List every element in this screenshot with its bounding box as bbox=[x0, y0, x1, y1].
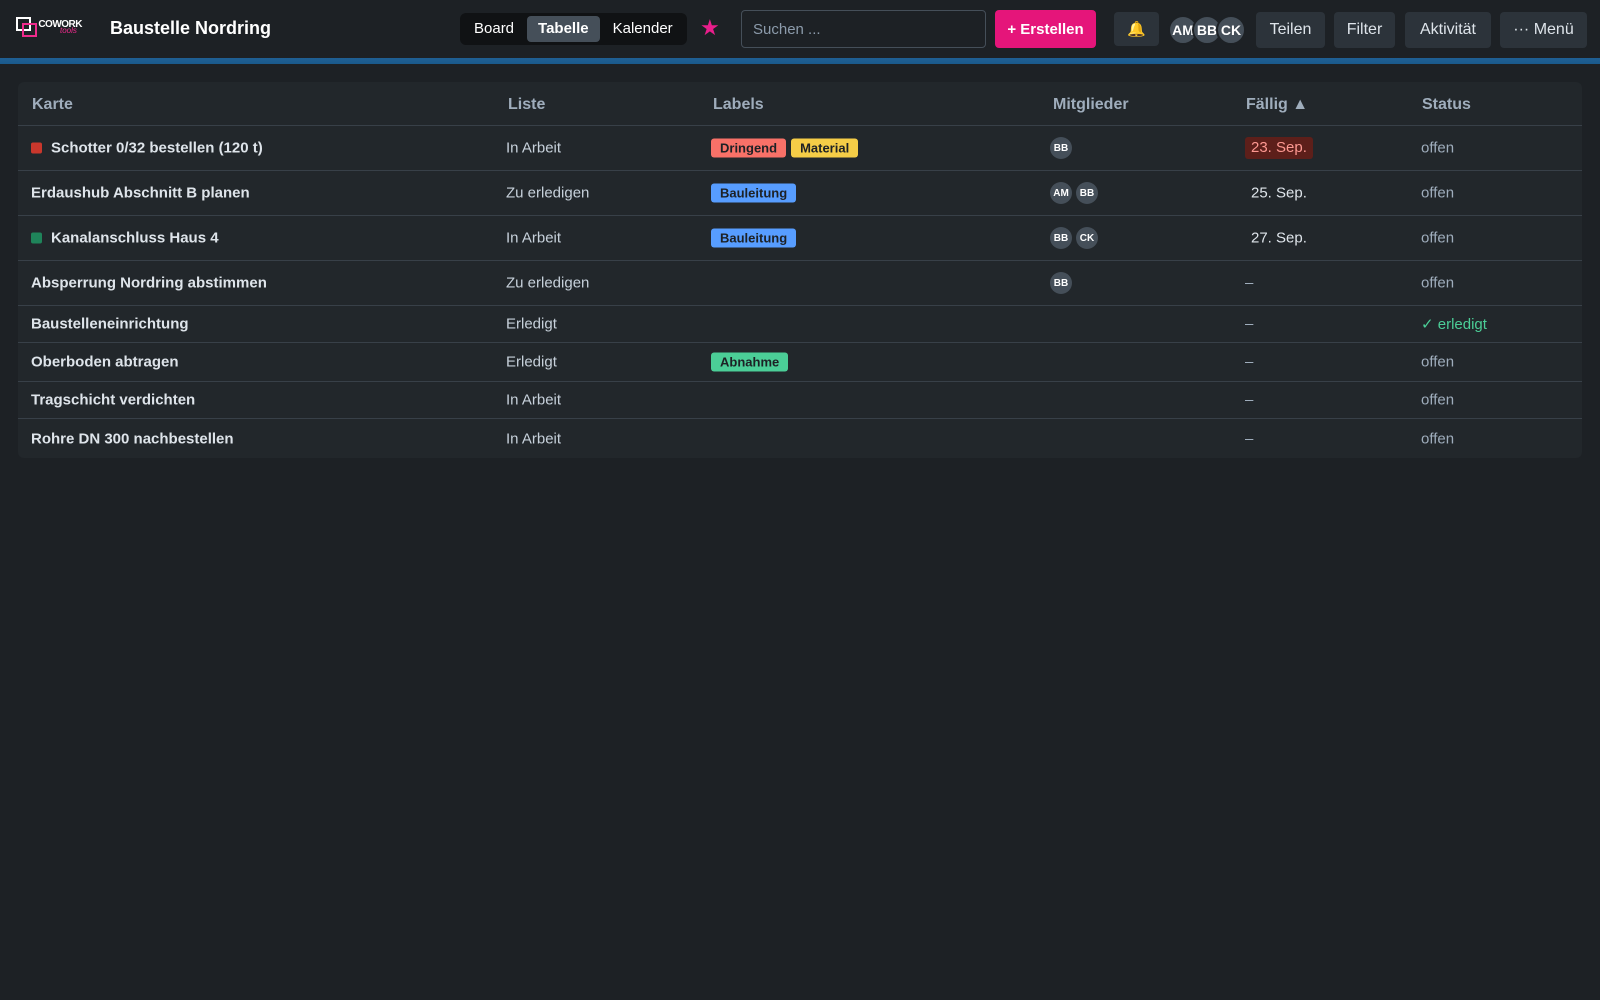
card-title[interactable]: Tragschicht verdichten bbox=[31, 392, 195, 409]
table-row[interactable]: Absperrung Nordring abstimmen Zu erledige… bbox=[18, 261, 1582, 306]
labels-cell: Bauleitung bbox=[711, 228, 797, 248]
avatar[interactable]: BB bbox=[1050, 227, 1072, 249]
due-date: – bbox=[1245, 391, 1254, 409]
table-row[interactable]: Kanalanschluss Haus 4 In Arbeit Bauleitung… bbox=[18, 216, 1582, 261]
card-title-cell[interactable]: Oberboden abtragen bbox=[31, 354, 179, 371]
create-button[interactable]: + Erstellen bbox=[995, 10, 1096, 48]
due-date: – bbox=[1245, 315, 1254, 333]
board-accent-strip bbox=[0, 58, 1600, 64]
card-label[interactable]: Bauleitung bbox=[711, 228, 797, 248]
share-button[interactable]: Teilen bbox=[1256, 12, 1325, 48]
labels-cell: Dringend Material bbox=[711, 138, 859, 158]
table-row[interactable]: Tragschicht verdichten In Arbeit – offen bbox=[18, 382, 1582, 419]
list-cell: Zu erledigen bbox=[506, 274, 590, 292]
board-members: AM BB CK bbox=[1168, 15, 1246, 45]
list-cell: In Arbeit bbox=[506, 229, 562, 247]
search-input[interactable] bbox=[741, 10, 986, 48]
logo-subtext: tools bbox=[60, 26, 77, 35]
card-label[interactable]: Abnahme bbox=[711, 352, 789, 372]
card-title-cell[interactable]: Schotter 0/32 bestellen (120 t) bbox=[31, 140, 263, 157]
board-title[interactable]: Baustelle Nordring bbox=[110, 18, 271, 39]
tab-table[interactable]: Tabelle bbox=[527, 16, 600, 42]
table-row[interactable]: Erdaushub Abschnitt B planen Zu erledigen… bbox=[18, 171, 1582, 216]
status-cell: ✓ erledigt bbox=[1421, 316, 1487, 333]
status-cell: offen bbox=[1421, 229, 1455, 247]
avatar[interactable]: BB bbox=[1050, 272, 1072, 294]
card-color-dot-icon bbox=[31, 232, 42, 244]
card-title-cell[interactable]: Tragschicht verdichten bbox=[31, 392, 195, 409]
logo-mark-icon bbox=[16, 17, 37, 37]
table-row[interactable]: Rohre DN 300 nachbestellen In Arbeit – offe… bbox=[18, 419, 1582, 458]
column-header-due[interactable]: Fällig ▲ bbox=[1246, 96, 1308, 114]
menu-button[interactable]: ··· Menü bbox=[1500, 12, 1587, 48]
column-header-members[interactable]: Mitglieder bbox=[1053, 96, 1129, 114]
members-cell: BB bbox=[1050, 137, 1072, 159]
avatar[interactable]: BB bbox=[1076, 182, 1098, 204]
status-cell: offen bbox=[1421, 353, 1455, 371]
card-title[interactable]: Kanalanschluss Haus 4 bbox=[51, 230, 219, 247]
column-header-labels[interactable]: Labels bbox=[713, 96, 764, 114]
card-title[interactable]: Schotter 0/32 bestellen (120 t) bbox=[51, 140, 263, 157]
card-label[interactable]: Material bbox=[791, 138, 859, 158]
due-date: 25. Sep. bbox=[1251, 184, 1307, 202]
card-title-cell[interactable]: Kanalanschluss Haus 4 bbox=[31, 230, 219, 247]
avatar[interactable]: AM bbox=[1050, 182, 1072, 204]
card-color-dot-icon bbox=[31, 142, 42, 154]
list-cell: In Arbeit bbox=[506, 139, 562, 157]
due-date: – bbox=[1245, 353, 1254, 371]
list-cell: Erledigt bbox=[506, 353, 557, 371]
card-title-cell[interactable]: Absperrung Nordring abstimmen bbox=[31, 275, 267, 292]
status-cell: offen bbox=[1421, 274, 1455, 292]
table-row[interactable]: Schotter 0/32 bestellen (120 t) In Arbeit… bbox=[18, 126, 1582, 171]
bell-icon: 🔔 bbox=[1127, 21, 1146, 38]
column-header-status[interactable]: Status bbox=[1422, 96, 1471, 114]
card-title-cell[interactable]: Rohre DN 300 nachbestellen bbox=[31, 430, 234, 447]
filter-button[interactable]: Filter bbox=[1334, 12, 1395, 48]
labels-cell: Abnahme bbox=[711, 352, 789, 372]
cards-table: Karte Liste Labels Mitglieder Fällig ▲ S… bbox=[18, 82, 1582, 458]
members-cell: BB bbox=[1050, 272, 1072, 294]
column-header-card[interactable]: Karte bbox=[32, 96, 73, 114]
tab-board[interactable]: Board bbox=[463, 16, 525, 42]
view-switcher: Board Tabelle Kalender bbox=[460, 13, 687, 45]
status-cell: offen bbox=[1421, 391, 1455, 409]
avatar[interactable]: CK bbox=[1216, 15, 1246, 45]
tab-calendar[interactable]: Kalender bbox=[602, 16, 684, 42]
labels-cell: Bauleitung bbox=[711, 183, 797, 203]
members-cell: AM BB bbox=[1050, 182, 1098, 204]
card-title[interactable]: Baustelleneinrichtung bbox=[31, 316, 189, 333]
card-title[interactable]: Absperrung Nordring abstimmen bbox=[31, 275, 267, 292]
card-title[interactable]: Rohre DN 300 nachbestellen bbox=[31, 430, 234, 447]
avatar[interactable]: CK bbox=[1076, 227, 1098, 249]
column-header-list[interactable]: Liste bbox=[508, 96, 545, 114]
table-row[interactable]: Baustelleneinrichtung Erledigt – ✓ erledigt bbox=[18, 306, 1582, 343]
card-label[interactable]: Dringend bbox=[711, 138, 787, 158]
due-date: – bbox=[1245, 430, 1254, 447]
avatar[interactable]: BB bbox=[1050, 137, 1072, 159]
card-title[interactable]: Erdaushub Abschnitt B planen bbox=[31, 185, 250, 202]
star-icon[interactable]: ★ bbox=[700, 15, 720, 41]
list-cell: In Arbeit bbox=[506, 430, 562, 447]
status-cell: offen bbox=[1421, 139, 1455, 157]
table-row[interactable]: Oberboden abtragen Erledigt Abnahme – offen bbox=[18, 343, 1582, 382]
list-cell: Zu erledigen bbox=[506, 184, 590, 202]
list-cell: Erledigt bbox=[506, 315, 557, 333]
card-title-cell[interactable]: Erdaushub Abschnitt B planen bbox=[31, 185, 250, 202]
card-title[interactable]: Oberboden abtragen bbox=[31, 354, 179, 371]
due-date: – bbox=[1245, 274, 1254, 292]
status-cell: offen bbox=[1421, 184, 1455, 202]
app-logo[interactable]: COWORK tools bbox=[16, 16, 82, 38]
members-cell: BB CK bbox=[1050, 227, 1098, 249]
due-date-overdue-badge: 23. Sep. bbox=[1245, 137, 1313, 159]
activity-button[interactable]: Aktivität bbox=[1405, 12, 1491, 48]
due-date: 27. Sep. bbox=[1251, 229, 1307, 247]
card-label[interactable]: Bauleitung bbox=[711, 183, 797, 203]
list-cell: In Arbeit bbox=[506, 391, 562, 409]
status-cell: offen bbox=[1421, 430, 1455, 447]
top-bar: COWORK tools Baustelle Nordring Board Ta… bbox=[0, 0, 1600, 58]
card-title-cell[interactable]: Baustelleneinrichtung bbox=[31, 316, 189, 333]
notifications-button[interactable]: 🔔 bbox=[1114, 12, 1159, 46]
table-header: Karte Liste Labels Mitglieder Fällig ▲ S… bbox=[18, 82, 1582, 126]
